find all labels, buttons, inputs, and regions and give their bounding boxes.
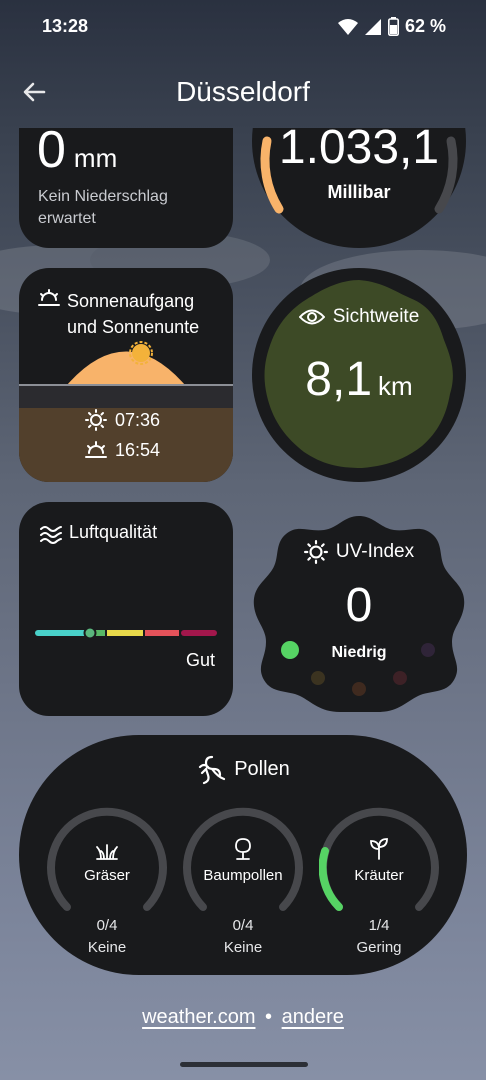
precipitation-card[interactable]: 0 mm Kein Niederschlag erwartet (19, 128, 233, 248)
sun-icon (85, 409, 107, 431)
visibility-value: 8,1 (305, 353, 373, 406)
sunrise-icon (38, 289, 60, 306)
sun-card-title-line1: Sonnenaufgang (67, 291, 195, 311)
air-waves-icon (40, 526, 62, 544)
precipitation-desc-line1: Kein Niederschlag (38, 188, 168, 205)
eye-icon (298, 309, 325, 325)
air-quality-rating: Gut (185, 650, 215, 670)
uv-rating: Niedrig (331, 644, 387, 661)
sun-icon (303, 540, 328, 564)
other-sources-link[interactable]: andere (282, 1006, 344, 1028)
sunset-icon (85, 441, 107, 458)
status-bar: 13:28 62 % (0, 0, 486, 56)
uv-title: UV-Index (335, 541, 415, 562)
visibility-card[interactable]: Sichtweite 8,1 km (252, 268, 466, 482)
status-icons: 62 % (337, 16, 446, 37)
precipitation-value: 0 (37, 128, 66, 179)
pollen-herbs-value: 1/4 (368, 917, 390, 934)
pollen-trees-label: Keine (223, 939, 263, 956)
air-quality-marker (83, 626, 97, 640)
sun-card-title-line2: und Sonnenunte (67, 317, 200, 337)
air-quality-scale (35, 626, 217, 640)
pollen-grasses-name: Gräser (84, 867, 130, 884)
sunrise-time: 07:36 (115, 410, 161, 430)
signal-icon (364, 18, 381, 35)
footer-separator: • (265, 1006, 273, 1028)
pollen-trees[interactable]: Baumpollen 0/4 Keine (183, 805, 303, 956)
tree-icon (235, 838, 251, 860)
uv-index-card[interactable]: UV-Index 0 Niedrig (252, 512, 466, 712)
pollen-grasses-label: Keine (87, 939, 127, 956)
pollen-herbs[interactable]: Kräuter 1/4 Gering (319, 805, 439, 956)
uv-value: 0 (345, 579, 373, 632)
sunset-time: 16:54 (115, 440, 161, 460)
precipitation-desc-line2: erwartet (38, 210, 96, 227)
page-title: Düsseldorf (176, 76, 310, 107)
visibility-title: Sichtweite (332, 306, 420, 327)
footer-attribution: weather.com • andere (0, 1006, 486, 1029)
pollen-trees-value: 0/4 (232, 917, 254, 934)
pressure-card[interactable]: 1.033,1 Millibar (252, 128, 466, 248)
pollen-herbs-label: Gering (356, 939, 402, 956)
pollen-herbs-name: Kräuter (354, 867, 404, 884)
visibility-unit: km (378, 371, 413, 401)
status-time: 13:28 (42, 16, 89, 36)
sunrise-sunset-card[interactable]: Sonnenaufgang und Sonnenunte 07:36 16:54 (19, 268, 233, 482)
herb-sprout-icon (370, 838, 388, 860)
pollen-title: Pollen (234, 757, 290, 780)
weather-com-link[interactable]: weather.com (142, 1006, 255, 1028)
battery-icon (387, 17, 399, 36)
pressure-value: 1.033,1 (278, 128, 440, 174)
precipitation-unit: mm (73, 143, 118, 173)
pollen-trees-name: Baumpollen (203, 867, 283, 884)
pollen-grasses-value: 0/4 (96, 917, 118, 934)
air-quality-title: Luftqualität (69, 522, 158, 542)
grass-icon (96, 844, 118, 860)
gesture-handle[interactable] (180, 1062, 308, 1067)
pollen-grasses[interactable]: Gräser 0/4 Keine (47, 805, 167, 956)
pollen-card[interactable]: Pollen Gräser 0/4 Keine Baumpollen 0/4 K… (19, 735, 467, 975)
app-bar: Düsseldorf (0, 66, 486, 122)
air-quality-card[interactable]: Luftqualität Gut (19, 502, 233, 716)
pressure-unit: Millibar (327, 182, 391, 202)
battery-percent: 62 % (404, 16, 446, 36)
pollen-wind-icon (199, 755, 226, 785)
wifi-icon (337, 18, 358, 35)
